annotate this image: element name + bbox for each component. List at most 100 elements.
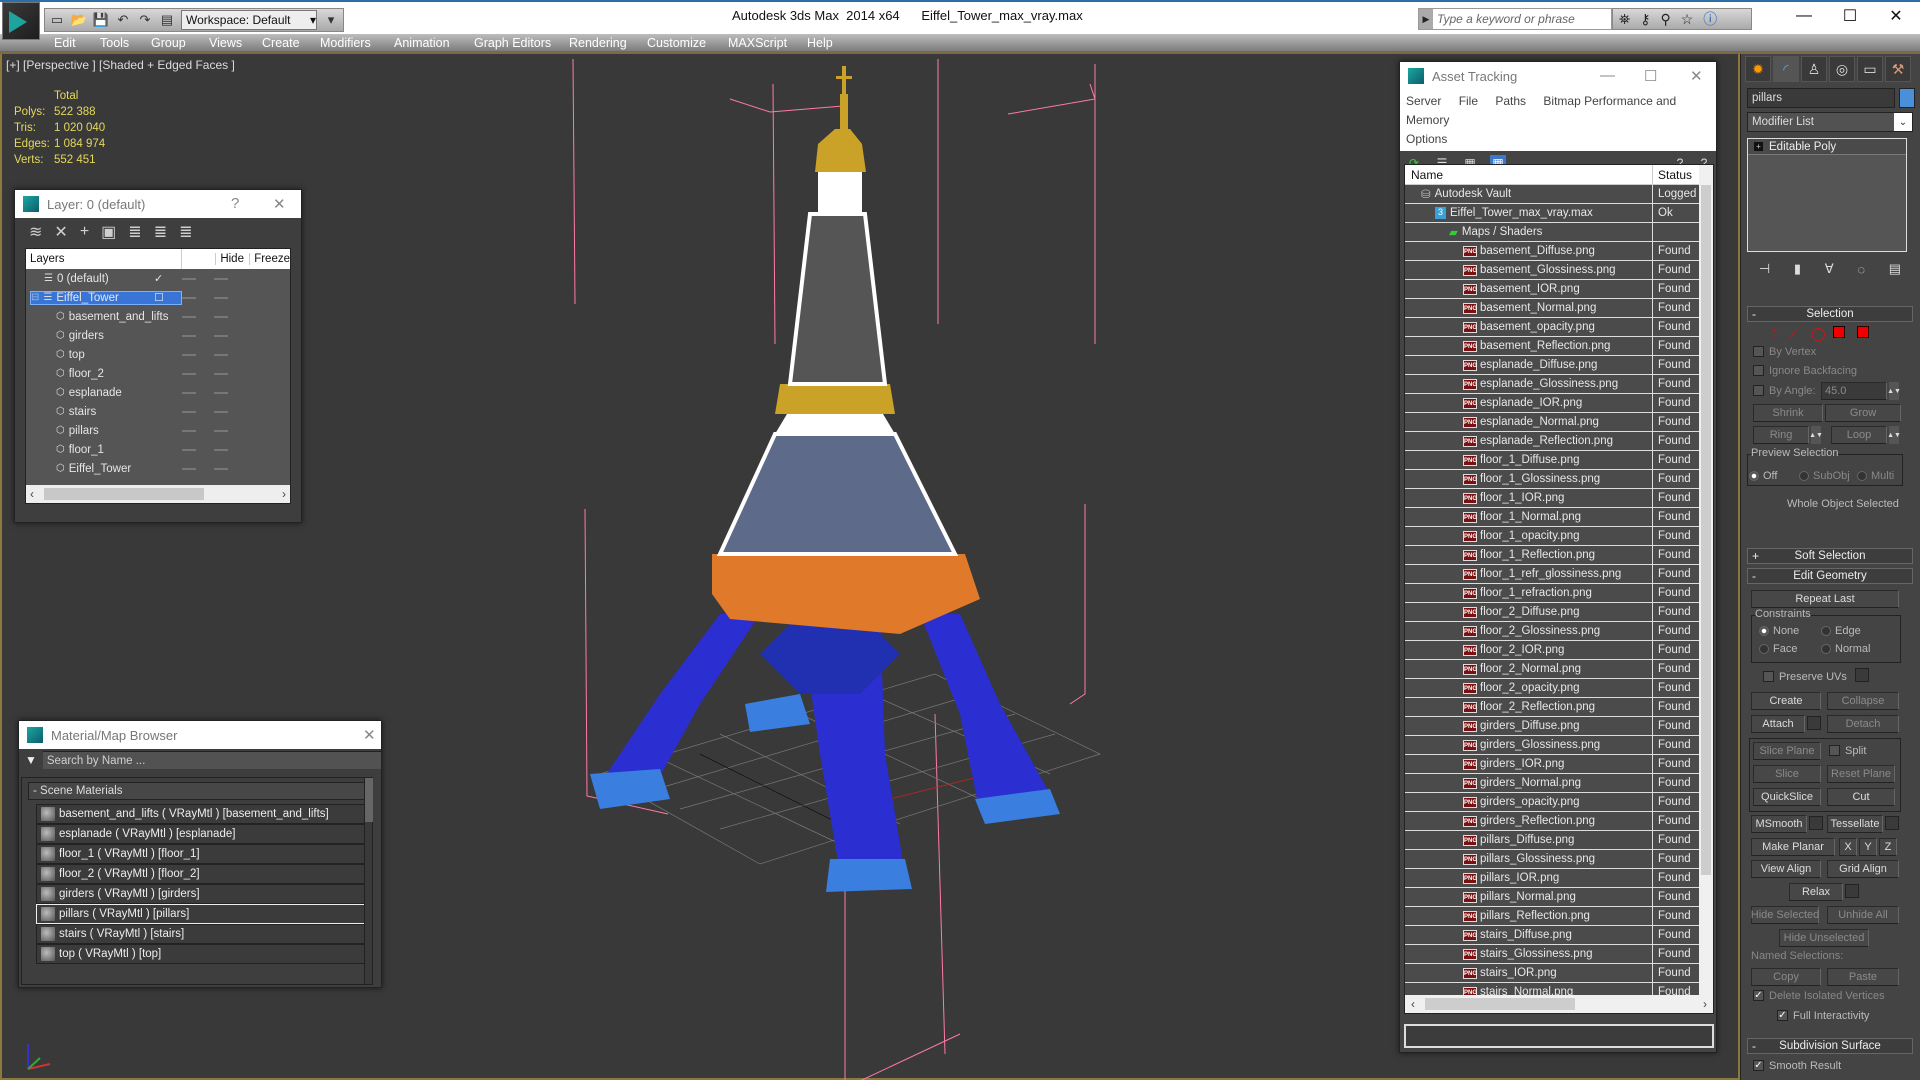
asset-row[interactable]: PNG basement_opacity.png Found bbox=[1405, 318, 1701, 337]
utilities-tab-icon[interactable]: ⚒ bbox=[1885, 56, 1911, 82]
soft-selection-rollout[interactable]: + Soft Selection bbox=[1747, 548, 1913, 564]
asset-row[interactable]: PNG stairs_Diffuse.png Found bbox=[1405, 926, 1701, 945]
hide-toggle[interactable] bbox=[182, 354, 196, 356]
hide-toggle[interactable] bbox=[182, 278, 196, 280]
preserve-uvs-settings-icon[interactable] bbox=[1855, 668, 1869, 682]
cut-button[interactable]: Cut bbox=[1827, 788, 1895, 806]
subdivision-surface-rollout[interactable]: - Subdivision Surface bbox=[1747, 1038, 1913, 1054]
column-hide[interactable]: Hide bbox=[215, 253, 249, 265]
menu-bitmap-performance[interactable]: Bitmap Performance and Memory bbox=[1406, 94, 1676, 127]
full-interactivity-checkbox[interactable]: ✓ bbox=[1777, 1010, 1788, 1021]
asset-row[interactable]: ▰ Maps / Shaders bbox=[1405, 223, 1701, 242]
scroll-thumb[interactable] bbox=[365, 778, 373, 822]
asset-row[interactable]: 3 Eiffel_Tower_max_vray.max Ok bbox=[1405, 204, 1701, 223]
redo-icon[interactable]: ↷ bbox=[137, 12, 153, 28]
relax-button[interactable]: Relax bbox=[1789, 883, 1843, 901]
layer-row[interactable]: ⬡ girders bbox=[26, 326, 290, 345]
column-layers[interactable]: Layers bbox=[26, 253, 181, 265]
close-button[interactable]: ✕ bbox=[1874, 4, 1918, 28]
hide-toggle[interactable] bbox=[182, 392, 196, 394]
quickslice-button[interactable]: QuickSlice bbox=[1753, 788, 1821, 806]
menu-tools[interactable]: Tools bbox=[100, 36, 129, 50]
freeze-toggle[interactable] bbox=[214, 430, 228, 432]
relax-settings-icon[interactable] bbox=[1845, 884, 1859, 898]
collapse-button[interactable]: Collapse bbox=[1827, 692, 1899, 710]
horizontal-scrollbar[interactable]: ‹ › bbox=[26, 485, 290, 503]
column-name[interactable]: Name bbox=[1405, 165, 1653, 184]
angle-input[interactable]: 45.0 bbox=[1821, 382, 1887, 400]
add-to-layer-icon[interactable]: + bbox=[80, 223, 89, 241]
constraint-normal-radio[interactable] bbox=[1821, 644, 1831, 654]
asset-row[interactable]: PNG basement_Reflection.png Found bbox=[1405, 337, 1701, 356]
material-item[interactable]: pillars ( VRayMtl ) [pillars] bbox=[36, 904, 368, 924]
menu-paths[interactable]: Paths bbox=[1495, 94, 1526, 108]
unhide-all-button[interactable]: Unhide All bbox=[1827, 906, 1899, 924]
customize-toolbar-icon[interactable]: ▾ bbox=[323, 12, 339, 28]
repeat-last-button[interactable]: Repeat Last bbox=[1751, 590, 1899, 608]
asset-row[interactable]: PNG esplanade_Glossiness.png Found bbox=[1405, 375, 1701, 394]
key-icon[interactable]: ⚷ bbox=[1640, 11, 1650, 28]
material-item[interactable]: esplanade ( VRayMtl ) [esplanade] bbox=[36, 824, 368, 844]
hide-toggle[interactable] bbox=[182, 411, 196, 413]
binoculars-icon[interactable]: ⛯ bbox=[1619, 11, 1630, 28]
menu-server[interactable]: Server bbox=[1406, 94, 1441, 108]
help-icon[interactable]: ⓘ bbox=[1703, 9, 1717, 29]
layer-row[interactable]: ⬡ top bbox=[26, 345, 290, 364]
open-file-icon[interactable]: 📂 bbox=[71, 12, 87, 28]
asset-row[interactable]: PNG pillars_IOR.png Found bbox=[1405, 869, 1701, 888]
make-planar-button[interactable]: Make Planar bbox=[1751, 838, 1835, 856]
column-status[interactable]: Status bbox=[1653, 168, 1699, 182]
display-tab-icon[interactable]: ▭ bbox=[1857, 56, 1883, 82]
scroll-thumb[interactable] bbox=[44, 488, 204, 500]
menu-options[interactable]: Options bbox=[1406, 132, 1447, 146]
menu-animation[interactable]: Animation bbox=[394, 36, 450, 50]
asset-row[interactable]: PNG floor_2_Reflection.png Found bbox=[1405, 698, 1701, 717]
vertical-scrollbar[interactable] bbox=[364, 778, 373, 984]
freeze-toggle[interactable] bbox=[214, 468, 228, 470]
freeze-toggle[interactable] bbox=[214, 354, 228, 356]
planar-z-button[interactable]: Z bbox=[1879, 838, 1897, 856]
remove-modifier-icon[interactable]: ◌ bbox=[1857, 262, 1865, 277]
asset-row[interactable]: PNG pillars_Reflection.png Found bbox=[1405, 907, 1701, 926]
constraint-face-radio[interactable] bbox=[1759, 644, 1769, 654]
msmooth-settings-icon[interactable] bbox=[1809, 816, 1823, 830]
grow-button[interactable]: Grow bbox=[1825, 404, 1901, 422]
material-search-input[interactable]: Search by Name ... bbox=[42, 751, 381, 769]
shrink-button[interactable]: Shrink bbox=[1753, 404, 1823, 422]
motion-tab-icon[interactable]: ◎ bbox=[1829, 56, 1855, 82]
asset-row[interactable]: PNG floor_1_IOR.png Found bbox=[1405, 489, 1701, 508]
asset-row[interactable]: PNG girders_Diffuse.png Found bbox=[1405, 717, 1701, 736]
asset-row[interactable]: PNG floor_2_opacity.png Found bbox=[1405, 679, 1701, 698]
freeze-toggle[interactable] bbox=[214, 335, 228, 337]
asset-row[interactable]: PNG floor_1_Glossiness.png Found bbox=[1405, 470, 1701, 489]
constraint-edge-radio[interactable] bbox=[1821, 626, 1831, 636]
preserve-uvs-checkbox[interactable] bbox=[1763, 671, 1774, 682]
loop-button[interactable]: Loop bbox=[1831, 426, 1887, 444]
configure-modifier-sets-icon[interactable]: ▤ bbox=[1889, 261, 1901, 277]
split-checkbox[interactable] bbox=[1829, 745, 1840, 756]
expand-icon[interactable]: + bbox=[1754, 142, 1763, 151]
asset-row[interactable]: PNG floor_2_IOR.png Found bbox=[1405, 641, 1701, 660]
project-folder-icon[interactable]: ▤ bbox=[159, 12, 175, 28]
ring-spinner[interactable]: ▲▼ bbox=[1809, 426, 1823, 444]
minimize-icon[interactable]: — bbox=[1600, 67, 1615, 84]
asset-row[interactable]: PNG pillars_Diffuse.png Found bbox=[1405, 831, 1701, 850]
hide-toggle[interactable] bbox=[182, 297, 196, 299]
modifier-list-dropdown[interactable]: Modifier List ⌄ bbox=[1747, 112, 1913, 132]
collapse-icon[interactable]: ⊟ bbox=[31, 292, 39, 303]
tessellate-settings-icon[interactable] bbox=[1885, 816, 1899, 830]
layer-row[interactable]: ⊟ ☰ Eiffel_Tower ☐ bbox=[26, 288, 290, 307]
copy-button[interactable]: Copy bbox=[1751, 968, 1821, 986]
layer-row[interactable]: ⬡ esplanade bbox=[26, 383, 290, 402]
paste-button[interactable]: Paste bbox=[1827, 968, 1899, 986]
asset-row[interactable]: PNG basement_IOR.png Found bbox=[1405, 280, 1701, 299]
tessellate-button[interactable]: Tessellate bbox=[1827, 815, 1883, 833]
hide-toggle[interactable] bbox=[182, 316, 196, 318]
menu-customize[interactable]: Customize bbox=[647, 36, 706, 50]
menu-edit[interactable]: Edit bbox=[54, 36, 76, 50]
make-unique-icon[interactable]: ∀ bbox=[1825, 261, 1834, 277]
close-icon[interactable]: ✕ bbox=[273, 195, 286, 213]
freeze-toggle[interactable] bbox=[214, 392, 228, 394]
scroll-right-icon[interactable]: › bbox=[1703, 997, 1707, 1011]
asset-row[interactable]: PNG esplanade_Diffuse.png Found bbox=[1405, 356, 1701, 375]
